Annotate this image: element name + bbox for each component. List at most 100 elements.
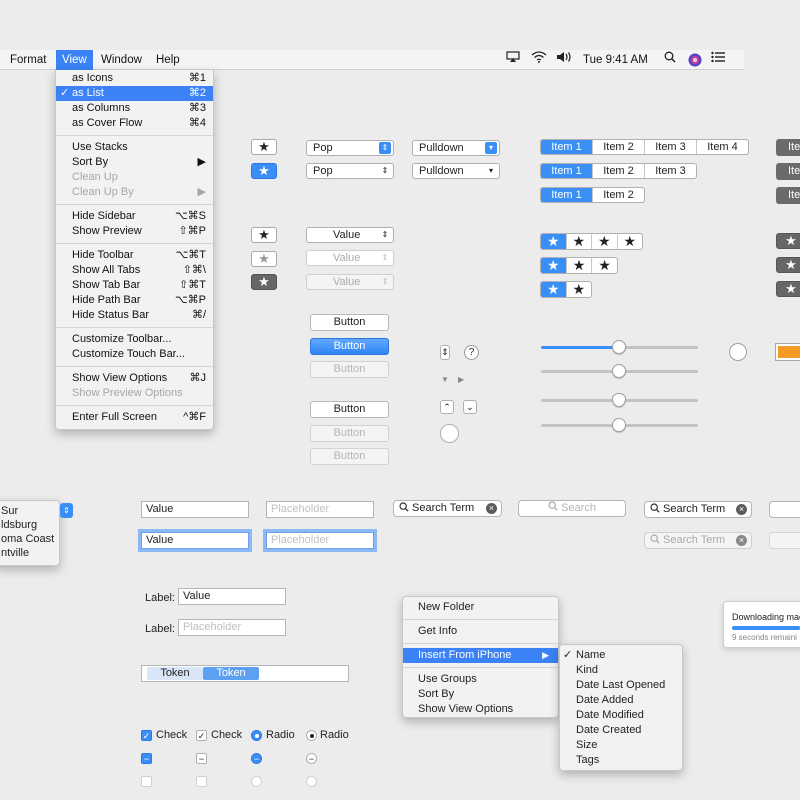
dark-segment[interactable]: Ite — [776, 139, 800, 156]
text-field-placeholder[interactable]: Placeholder — [266, 501, 374, 518]
radio-selected[interactable] — [306, 730, 317, 741]
text-field-placeholder-focused[interactable]: Placeholder — [266, 532, 374, 549]
menu-item-selected[interactable]: ✓ as List ⌘2 — [56, 86, 213, 101]
combo-item[interactable]: oma Coast — [1, 532, 54, 547]
radio-unselected[interactable] — [306, 776, 317, 787]
sort-item[interactable]: Tags — [576, 753, 599, 768]
text-field[interactable]: Value — [141, 501, 249, 518]
sort-item[interactable]: Date Created — [576, 723, 641, 738]
menu-item[interactable]: Hide Path Bar ⌥⌘P — [56, 293, 213, 308]
sort-item[interactable]: Kind — [576, 663, 598, 678]
clear-icon[interactable]: × — [486, 503, 497, 514]
value-popup[interactable]: Value ⇕ — [306, 227, 394, 243]
radio-unselected[interactable] — [251, 776, 262, 787]
dark-segment[interactable]: Ite — [776, 163, 800, 180]
context-item[interactable]: Get Info — [418, 624, 457, 639]
slider-knob[interactable] — [612, 340, 626, 354]
radio-mixed[interactable]: − — [306, 753, 317, 764]
token[interactable]: Token — [147, 667, 203, 680]
search-field-cut[interactable] — [769, 501, 800, 518]
star-icon[interactable]: ★ — [618, 234, 643, 249]
round-button[interactable] — [440, 424, 459, 443]
star-button-dark[interactable]: ★ — [776, 233, 800, 249]
chevron-up-button[interactable]: ⌃ — [440, 400, 454, 414]
menu-item[interactable]: Enter Full Screen ^⌘F — [56, 410, 213, 425]
star-icon[interactable]: ★ — [541, 258, 567, 273]
volume-icon[interactable] — [556, 50, 574, 70]
dark-segment[interactable]: Ite — [776, 187, 800, 204]
help-icon[interactable]: ? — [464, 345, 479, 360]
token-selected[interactable]: Token — [203, 667, 259, 680]
checkbox-checked[interactable]: ✓ — [196, 730, 207, 741]
clear-icon[interactable]: × — [736, 504, 747, 515]
slider[interactable] — [541, 364, 698, 378]
segment-item-1[interactable]: Item 1 — [541, 188, 593, 202]
sort-item[interactable]: Date Added — [576, 693, 634, 708]
search-field[interactable]: Search Term × — [393, 500, 502, 517]
segment-item-1[interactable]: Item 1 — [541, 164, 593, 178]
menu-item[interactable]: Customize Touch Bar... — [56, 347, 213, 362]
segment-item-1[interactable]: Item 1 — [541, 140, 593, 154]
checkbox-checked[interactable]: ✓ — [141, 730, 152, 741]
sort-item[interactable]: Date Last Opened — [576, 678, 665, 693]
star-icon[interactable]: ★ — [541, 234, 567, 249]
menu-item[interactable]: Sort By ▶ — [56, 155, 213, 170]
segment-item-3[interactable]: Item 3 — [645, 140, 697, 154]
checkbox-mixed[interactable]: − — [196, 753, 207, 764]
menu-item[interactable]: Hide Toolbar ⌥⌘T — [56, 248, 213, 263]
list-icon[interactable] — [711, 50, 725, 70]
token-field[interactable]: Token Token — [141, 665, 349, 682]
menu-item[interactable]: Show View Options ⌘J — [56, 371, 213, 386]
segment-item-2[interactable]: Item 2 — [593, 140, 645, 154]
segment-item-2[interactable]: Item 2 — [593, 188, 644, 202]
search-icon[interactable] — [664, 50, 676, 70]
context-item[interactable]: Sort By — [418, 687, 454, 702]
menu-help[interactable]: Help — [150, 50, 186, 70]
text-field[interactable]: Value — [178, 588, 286, 605]
sort-item[interactable]: Name — [576, 648, 605, 663]
slider-knob[interactable] — [612, 418, 626, 432]
checkbox-unchecked[interactable] — [141, 776, 152, 787]
menu-item[interactable]: Hide Status Bar ⌘/ — [56, 308, 213, 323]
star-button[interactable]: ★ — [251, 139, 277, 155]
search-field[interactable]: Search Term × — [644, 501, 752, 518]
radio-selected[interactable] — [251, 730, 262, 741]
ticked-slider[interactable] — [541, 418, 698, 432]
combo-item[interactable]: Sur — [1, 504, 18, 519]
color-well[interactable] — [775, 343, 800, 361]
star-button-selected[interactable]: ★ — [251, 163, 277, 179]
pulldown-button[interactable]: Pulldown ▾ — [412, 140, 500, 156]
menu-item[interactable]: Show All Tabs ⇧⌘\ — [56, 263, 213, 278]
menu-window[interactable]: Window — [95, 50, 148, 70]
segment-item-4[interactable]: Item 4 — [697, 140, 748, 154]
sort-item[interactable]: Date Modified — [576, 708, 644, 723]
slider-knob[interactable] — [612, 364, 626, 378]
slider-knob[interactable] — [612, 393, 626, 407]
star-icon[interactable]: ★ — [592, 258, 617, 273]
text-field-focused[interactable]: Value — [141, 532, 249, 549]
context-item[interactable]: New Folder — [418, 600, 474, 615]
menu-item[interactable]: Hide Sidebar ⌥⌘S — [56, 209, 213, 224]
clock[interactable]: Tue 9:41 AM — [583, 50, 648, 70]
menu-item[interactable]: as Columns ⌘3 — [56, 101, 213, 116]
search-field-empty[interactable]: Search — [518, 500, 626, 517]
combo-item[interactable]: ldsburg — [1, 518, 37, 533]
menu-item[interactable]: Show Preview ⇧⌘P — [56, 224, 213, 239]
pulldown-button[interactable]: Pulldown ▾ — [412, 163, 500, 179]
combo-arrow-icon[interactable]: ⇕ — [60, 503, 73, 518]
disclosure-down-icon[interactable]: ▼ — [441, 375, 449, 384]
popup-button[interactable]: Pop ⇕ — [306, 163, 394, 179]
stepper-icon[interactable]: ⇕ — [440, 345, 450, 360]
star-icon[interactable]: ★ — [567, 234, 592, 249]
star-button-dark[interactable]: ★ — [251, 274, 277, 290]
chevron-down-button[interactable]: ⌄ — [463, 400, 477, 414]
star-button-dark[interactable]: ★ — [776, 257, 800, 273]
disclosure-right-icon[interactable]: ▶ — [458, 375, 464, 384]
checkbox-unchecked[interactable] — [196, 776, 207, 787]
menu-format[interactable]: Format — [4, 50, 52, 70]
menu-item[interactable]: Show Tab Bar ⇧⌘T — [56, 278, 213, 293]
segment-item-2[interactable]: Item 2 — [593, 164, 645, 178]
radio-mixed[interactable]: − — [251, 753, 262, 764]
circular-slider[interactable] — [729, 343, 747, 361]
star-icon[interactable]: ★ — [567, 258, 593, 273]
